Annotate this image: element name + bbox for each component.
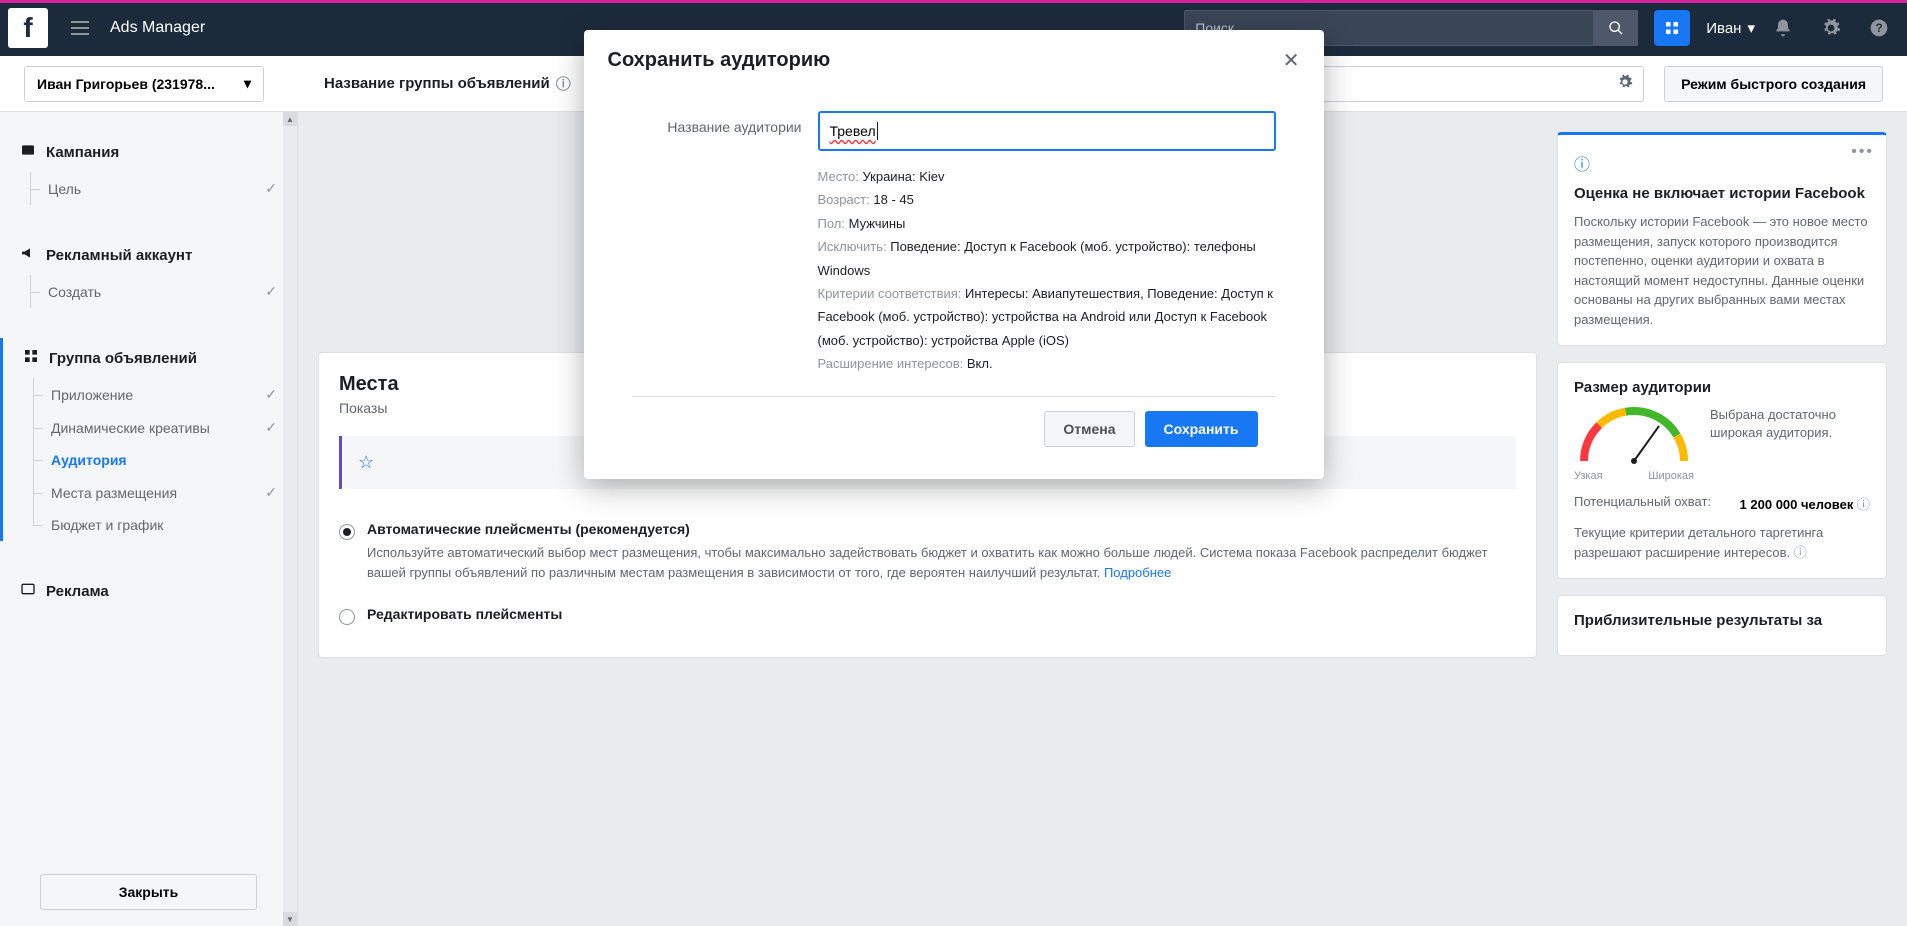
sidebar-item-objective[interactable]: Цель ✓	[0, 172, 297, 205]
cancel-button[interactable]: Отмена	[1044, 411, 1134, 447]
info-icon[interactable]: ⓘ	[1857, 497, 1870, 512]
info-icon[interactable]: ⓘ	[1794, 545, 1807, 560]
reach-label: Потенциальный охват:	[1574, 494, 1711, 513]
quick-creation-mode-button[interactable]: Режим быстрого создания	[1664, 66, 1883, 102]
settings-icon[interactable]	[1811, 8, 1851, 48]
sidebar-item-create-account[interactable]: Создать ✓	[0, 275, 297, 308]
user-menu[interactable]: Иван ▾	[1706, 19, 1755, 37]
audience-note: Текущие критерии детального таргетинга р…	[1574, 523, 1870, 562]
radio-selected-icon	[339, 524, 355, 540]
facebook-logo[interactable]: f	[8, 8, 48, 48]
sidebar-section-ad[interactable]: Реклама	[0, 571, 297, 611]
audience-details: Место: Украина: Kiev Возраст: 18 - 45 По…	[818, 165, 1276, 376]
account-selector-label: Иван Григорьев (231978...	[37, 76, 215, 92]
edit-placements-option[interactable]: Редактировать плейсменты	[339, 594, 1516, 637]
star-icon: ☆	[358, 452, 374, 473]
reach-value: 1 200 000 человек	[1740, 497, 1854, 512]
auto-placements-option[interactable]: Автоматические плейсменты (рекомендуется…	[339, 509, 1516, 594]
audience-gauge	[1574, 406, 1694, 466]
scroll-up-icon[interactable]: ▲	[283, 112, 297, 126]
user-name: Иван	[1706, 20, 1741, 37]
audience-size-title: Размер аудитории	[1574, 379, 1870, 396]
info-icon: ⓘ	[1574, 157, 1590, 174]
info-panel-text: Поскольку истории Facebook — это новое м…	[1574, 212, 1870, 329]
approx-results-panel: Приблизительные результаты за	[1557, 595, 1887, 656]
campaign-icon	[20, 142, 36, 162]
sidebar-item-audience[interactable]: Аудитория	[3, 444, 297, 476]
app-title: Ads Manager	[110, 19, 205, 37]
account-selector[interactable]: Иван Григорьев (231978... ▾	[24, 66, 264, 102]
sidebar-section-ad-account[interactable]: Рекламный аккаунт	[0, 235, 297, 275]
sidebar-scrollbar[interactable]: ▲ ▼	[283, 112, 297, 926]
check-icon: ✓	[265, 419, 277, 436]
audience-status-text: Выбрана достаточно широкая аудитория.	[1710, 406, 1870, 442]
gear-icon[interactable]	[1617, 74, 1633, 93]
sidebar-item-placements[interactable]: Места размещения ✓	[3, 476, 297, 509]
scroll-down-icon[interactable]: ▼	[283, 912, 297, 926]
gauge-wide-label: Широкая	[1648, 470, 1694, 482]
close-button[interactable]: Закрыть	[40, 874, 257, 910]
sidebar-item-app[interactable]: Приложение ✓	[3, 378, 297, 411]
edit-placements-title: Редактировать плейсменты	[367, 606, 562, 622]
audience-name-value: Тревел	[830, 123, 876, 139]
info-icon[interactable]: ⓘ	[556, 73, 571, 94]
search-icon	[1608, 20, 1624, 36]
gauge-narrow-label: Узкая	[1574, 470, 1603, 482]
approx-results-title: Приблизительные результаты за	[1574, 612, 1870, 629]
audience-size-panel: Размер аудитории	[1557, 362, 1887, 579]
sidebar-section-adset[interactable]: Группа объявлений	[3, 338, 297, 378]
auto-placements-title: Автоматические плейсменты (рекомендуется…	[367, 521, 1516, 537]
check-icon: ✓	[265, 283, 277, 300]
audience-name-input[interactable]: Тревел	[818, 111, 1276, 151]
audience-name-label: Название аудитории	[632, 111, 802, 376]
ad-icon	[20, 581, 36, 601]
notifications-icon[interactable]	[1763, 8, 1803, 48]
auto-placements-desc: Используйте автоматический выбор мест ра…	[367, 543, 1516, 582]
check-icon: ✓	[265, 386, 277, 403]
search-button[interactable]	[1594, 10, 1638, 46]
chevron-down-icon: ▾	[244, 75, 251, 92]
more-icon[interactable]: •••	[1851, 143, 1874, 161]
sidebar-item-budget-schedule[interactable]: Бюджет и график	[3, 509, 297, 541]
learn-more-link[interactable]: Подробнее	[1104, 565, 1171, 580]
close-icon[interactable]: ✕	[1283, 48, 1300, 73]
sidebar: Кампания Цель ✓ Рекламный аккаунт Создат…	[0, 112, 298, 926]
chevron-down-icon: ▾	[1747, 19, 1755, 37]
adset-icon	[23, 348, 39, 368]
sidebar-section-campaign[interactable]: Кампания	[0, 132, 297, 172]
svg-text:?: ?	[1875, 22, 1882, 35]
check-icon: ✓	[265, 484, 277, 501]
info-panel: ⓘ ••• Оценка не включает истории Faceboo…	[1557, 132, 1887, 346]
check-icon: ✓	[265, 180, 277, 197]
adset-name-label: Название группы объявлений ⓘ	[324, 73, 571, 94]
save-button[interactable]: Сохранить	[1145, 411, 1258, 447]
save-audience-modal: Сохранить аудиторию ✕ Название аудитории…	[584, 30, 1324, 479]
megaphone-icon	[20, 245, 36, 265]
help-icon[interactable]: ?	[1859, 8, 1899, 48]
menu-icon[interactable]	[60, 21, 100, 35]
radio-unselected-icon	[339, 609, 355, 625]
business-icon[interactable]	[1654, 10, 1690, 46]
info-panel-title: Оценка не включает истории Facebook	[1574, 185, 1870, 202]
sidebar-item-dynamic-creatives[interactable]: Динамические креативы ✓	[3, 411, 297, 444]
modal-title: Сохранить аудиторию	[608, 49, 831, 72]
